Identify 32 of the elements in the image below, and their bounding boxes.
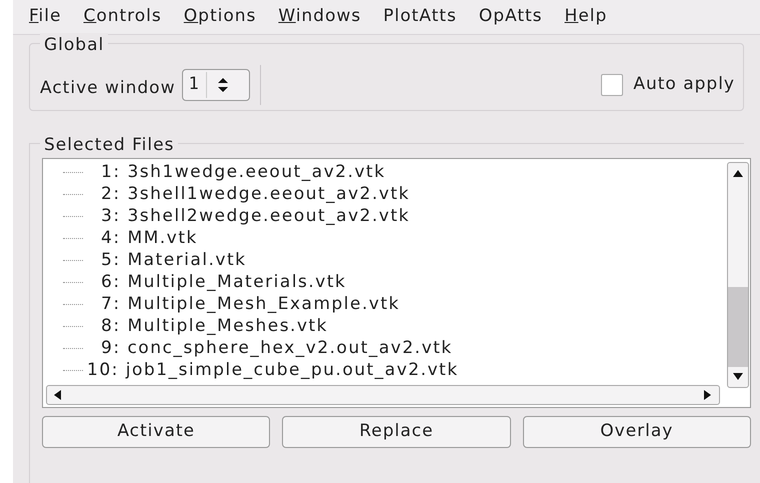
tree-entry[interactable]: 3: 3shell2wedge.eeout_av2.vtk bbox=[101, 205, 410, 227]
menu-item[interactable]: OpAtts bbox=[478, 4, 543, 30]
scroll-down-icon[interactable] bbox=[733, 373, 743, 380]
menu-item[interactable]: Controls bbox=[83, 4, 162, 30]
horizontal-scrollbar[interactable] bbox=[46, 385, 720, 405]
menu-item[interactable]: Windows bbox=[278, 4, 362, 30]
auto-apply-checkbox[interactable] bbox=[601, 74, 624, 96]
active-window-label: Active window bbox=[40, 77, 176, 100]
tree-entry[interactable]: 9: conc_sphere_hex_v2.out_av2.vtk bbox=[101, 337, 453, 359]
scroll-thumb[interactable] bbox=[728, 287, 748, 367]
tree-entry[interactable]: 7: Multiple_Mesh_Example.vtk bbox=[101, 293, 400, 315]
tree-entry[interactable]: 5: Material.vtk bbox=[101, 249, 246, 271]
tree-entry[interactable]: 4: MM.vtk bbox=[101, 227, 198, 249]
tree-entry[interactable]: 6: Multiple_Materials.vtk bbox=[101, 271, 346, 293]
action-button[interactable]: Overlay bbox=[522, 416, 751, 448]
auto-apply-label: Auto apply bbox=[633, 73, 735, 96]
action-button[interactable]: Replace bbox=[282, 416, 511, 448]
spin-arrows-icon bbox=[216, 77, 229, 93]
tree-entry[interactable]: 1: 3sh1wedge.eeout_av2.vtk bbox=[101, 161, 386, 183]
window-spinbox[interactable]: 1 bbox=[182, 69, 250, 101]
action-button[interactable]: Activate bbox=[42, 416, 270, 448]
tree-entry[interactable]: 2: 3shell1wedge.eeout_av2.vtk bbox=[101, 183, 410, 205]
menu-item[interactable]: Help bbox=[564, 4, 608, 30]
vertical-scrollbar[interactable] bbox=[727, 162, 749, 388]
tree-entry[interactable]: 8: Multiple_Meshes.vtk bbox=[101, 315, 328, 337]
tree-entry[interactable]: 10: job1_simple_cube_pu.out_av2.vtk bbox=[87, 359, 459, 381]
scroll-left-icon[interactable] bbox=[54, 390, 61, 400]
menu-item[interactable]: File bbox=[29, 4, 62, 30]
menu-item[interactable]: PlotAtts bbox=[383, 4, 457, 30]
scroll-right-icon[interactable] bbox=[704, 390, 711, 400]
menu-item[interactable]: Options bbox=[184, 4, 256, 30]
scroll-up-icon[interactable] bbox=[733, 170, 743, 177]
